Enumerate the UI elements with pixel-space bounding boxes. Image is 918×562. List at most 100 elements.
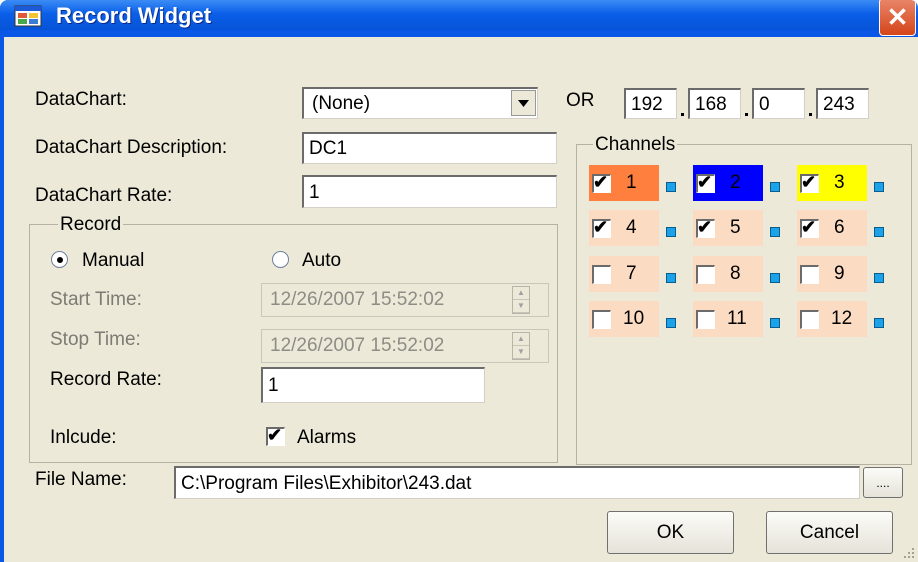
include-label: Inlcude: xyxy=(50,427,117,448)
channel-7-checkbox[interactable] xyxy=(592,265,611,284)
spin-down-icon: ▼ xyxy=(513,346,529,359)
start-time-spinner[interactable]: ▲ ▼ xyxy=(512,286,530,314)
channel-5-checkbox[interactable]: ✔ xyxy=(696,217,715,238)
channel-5[interactable]: ✔ 5 xyxy=(693,210,780,246)
window-title: Record Widget xyxy=(56,3,212,28)
auto-radio[interactable] xyxy=(272,251,289,268)
radio-selected-dot xyxy=(57,257,63,263)
datachart-select[interactable]: (None) xyxy=(302,87,538,119)
browse-icon: .... xyxy=(876,476,890,490)
channel-4-checkbox[interactable]: ✔ xyxy=(592,217,611,238)
check-icon: ✔ xyxy=(697,172,713,192)
stop-time-spinner[interactable]: ▲ ▼ xyxy=(512,332,530,360)
channel-10-color-picker[interactable] xyxy=(666,318,676,328)
description-input[interactable]: DC1 xyxy=(302,132,557,164)
channel-1[interactable]: ✔ 1 xyxy=(589,165,676,201)
ip-octet-3[interactable]: 0 xyxy=(752,88,805,119)
channels-legend: Channels xyxy=(593,134,678,156)
channel-8-checkbox[interactable] xyxy=(696,265,715,284)
channel-10-label: 10 xyxy=(623,308,645,329)
check-icon: ✔ xyxy=(801,217,817,237)
channel-12[interactable]: 12 xyxy=(797,301,884,337)
channel-6-color-picker[interactable] xyxy=(874,227,884,237)
cancel-button[interactable]: Cancel xyxy=(766,511,893,554)
channel-3-label: 3 xyxy=(834,172,845,193)
channel-7[interactable]: 7 xyxy=(589,256,676,292)
channel-9[interactable]: 9 xyxy=(797,256,884,292)
ip-octet-1[interactable]: 192 xyxy=(624,88,677,119)
record-widget-window: Record Widget ✕ DataChart: (None) OR 192… xyxy=(0,0,918,562)
channel-12-checkbox[interactable] xyxy=(800,310,819,329)
dialog-body: DataChart: (None) OR 192 168 0 243 DataC… xyxy=(4,37,918,562)
close-button[interactable]: ✕ xyxy=(879,0,916,36)
channel-1-checkbox[interactable]: ✔ xyxy=(592,172,611,193)
channel-9-label: 9 xyxy=(834,263,845,284)
record-legend: Record xyxy=(58,214,124,236)
app-window-icon xyxy=(14,5,42,27)
alarms-checkbox[interactable]: ✔ xyxy=(266,425,285,446)
channel-5-color-picker[interactable] xyxy=(770,227,780,237)
ok-button[interactable]: OK xyxy=(607,511,734,554)
channel-6-checkbox[interactable]: ✔ xyxy=(800,217,819,238)
channel-4-color-picker[interactable] xyxy=(666,227,676,237)
ip-octet-2[interactable]: 168 xyxy=(688,88,741,119)
rate-input[interactable]: 1 xyxy=(302,175,557,208)
channel-11-color-picker[interactable] xyxy=(770,318,780,328)
channel-1-color-picker[interactable] xyxy=(666,182,676,192)
channel-2-checkbox[interactable]: ✔ xyxy=(696,172,715,193)
channel-3-color-picker[interactable] xyxy=(874,182,884,192)
ip-dot xyxy=(745,113,748,116)
file-name-input[interactable]: C:\Program Files\Exhibitor\243.dat xyxy=(174,466,860,499)
record-rate-label: Record Rate: xyxy=(50,369,162,390)
channel-2-label: 2 xyxy=(730,172,741,193)
manual-radio-label[interactable]: Manual xyxy=(82,250,144,272)
channel-9-color-picker[interactable] xyxy=(874,273,884,283)
dropdown-button[interactable] xyxy=(511,90,536,116)
auto-radio-label[interactable]: Auto xyxy=(302,250,341,272)
rate-label: DataChart Rate: xyxy=(35,185,173,206)
channel-12-color-picker[interactable] xyxy=(874,318,884,328)
channel-11-label: 11 xyxy=(727,308,747,329)
channel-3[interactable]: ✔ 3 xyxy=(797,165,884,201)
description-label: DataChart Description: xyxy=(35,137,228,158)
ip-dot xyxy=(681,113,684,116)
channel-2[interactable]: ✔ 2 xyxy=(693,165,780,201)
channel-10-checkbox[interactable] xyxy=(592,310,611,329)
channel-8-color-picker[interactable] xyxy=(770,273,780,283)
ip-octet-4[interactable]: 243 xyxy=(816,88,869,119)
datachart-label: DataChart: xyxy=(35,89,127,110)
start-time-label: Start Time: xyxy=(50,289,142,310)
channel-11[interactable]: 11 xyxy=(693,301,780,337)
channel-4-label: 4 xyxy=(626,217,637,238)
channel-9-checkbox[interactable] xyxy=(800,265,819,284)
check-icon: ✔ xyxy=(593,217,609,237)
channel-2-color-picker[interactable] xyxy=(770,182,780,192)
chevron-down-icon xyxy=(518,100,529,107)
manual-radio[interactable] xyxy=(51,251,68,268)
channel-7-color-picker[interactable] xyxy=(666,273,676,283)
check-icon: ✔ xyxy=(267,425,283,445)
title-bar[interactable]: Record Widget ✕ xyxy=(0,0,918,36)
channel-12-label: 12 xyxy=(831,308,853,329)
start-time-picker[interactable]: 12/26/2007 15:52:02 xyxy=(261,283,549,317)
check-icon: ✔ xyxy=(593,172,609,192)
channel-10[interactable]: 10 xyxy=(589,301,676,337)
alarms-label[interactable]: Alarms xyxy=(297,427,356,449)
channel-8[interactable]: 8 xyxy=(693,256,780,292)
channel-7-label: 7 xyxy=(626,263,637,284)
channel-4[interactable]: ✔ 4 xyxy=(589,210,676,246)
channel-5-label: 5 xyxy=(730,217,741,238)
stop-time-picker[interactable]: 12/26/2007 15:52:02 xyxy=(261,329,549,363)
ip-dot xyxy=(809,113,812,116)
channel-3-checkbox[interactable]: ✔ xyxy=(800,172,819,193)
channel-6[interactable]: ✔ 6 xyxy=(797,210,884,246)
browse-button[interactable]: .... xyxy=(863,467,903,498)
spin-down-icon: ▼ xyxy=(513,300,529,313)
start-time-value: 12/26/2007 15:52:02 xyxy=(270,289,445,310)
resize-grip-icon[interactable] xyxy=(900,544,916,560)
stop-time-value: 12/26/2007 15:52:02 xyxy=(270,335,445,356)
record-rate-input[interactable]: 1 xyxy=(261,367,485,403)
channel-1-label: 1 xyxy=(626,172,637,193)
spin-up-icon: ▲ xyxy=(513,333,529,346)
channel-11-checkbox[interactable] xyxy=(696,310,715,329)
